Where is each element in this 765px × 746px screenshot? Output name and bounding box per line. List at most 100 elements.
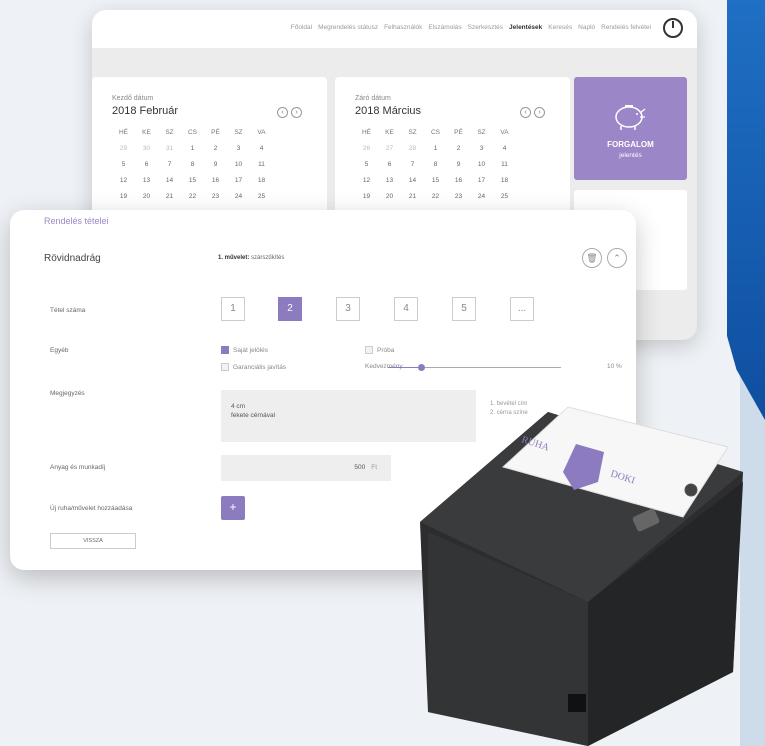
nav-item-users[interactable]: Felhasználók: [384, 24, 422, 31]
nav-item-search[interactable]: Keresés: [548, 24, 572, 31]
calendar-day[interactable]: 30: [135, 145, 158, 155]
chevron-up-icon[interactable]: ⌃: [607, 248, 627, 268]
discount-slider[interactable]: [388, 364, 561, 371]
calendar-day[interactable]: 15: [424, 177, 447, 187]
report-card-subtitle: jelentés: [619, 152, 642, 159]
calendar-day[interactable]: 19: [355, 193, 378, 203]
calendar-day[interactable]: 2: [204, 145, 227, 155]
item-number-5[interactable]: 5: [452, 297, 476, 321]
discount-slider-handle[interactable]: [418, 364, 425, 371]
calendar-day[interactable]: 28: [401, 145, 424, 155]
power-icon[interactable]: [663, 18, 683, 38]
item-number-2[interactable]: 2: [278, 297, 302, 321]
calendar-day[interactable]: 14: [158, 177, 181, 187]
calendar-day[interactable]: 10: [227, 161, 250, 171]
chevron-left-icon[interactable]: ‹: [277, 107, 288, 118]
nav-item-new-order[interactable]: Rendelés felvétel: [601, 24, 651, 31]
calendar-day[interactable]: 13: [378, 177, 401, 187]
chevron-right-icon[interactable]: ›: [534, 107, 545, 118]
calendar-day[interactable]: 19: [112, 193, 135, 203]
calendar-day[interactable]: 20: [135, 193, 158, 203]
trash-icon[interactable]: 🗑: [582, 248, 602, 268]
calendar-day[interactable]: 3: [470, 145, 493, 155]
chevron-right-icon[interactable]: ›: [291, 107, 302, 118]
calendar-day[interactable]: 4: [250, 145, 273, 155]
calendar-day[interactable]: 3: [227, 145, 250, 155]
calendar-day[interactable]: 7: [401, 161, 424, 171]
calendar-day[interactable]: 1: [181, 145, 204, 155]
calendar-day[interactable]: 22: [424, 193, 447, 203]
calendar-day[interactable]: 21: [158, 193, 181, 203]
nav-item-order-status[interactable]: Megrendelés státusz: [318, 24, 378, 31]
item-number-1[interactable]: 1: [221, 297, 245, 321]
calendar-day[interactable]: 27: [378, 145, 401, 155]
calendar-day[interactable]: 11: [250, 161, 273, 171]
calendar-day[interactable]: 16: [204, 177, 227, 187]
calendar-day[interactable]: 13: [135, 177, 158, 187]
trial-checkbox[interactable]: Próba: [365, 346, 394, 354]
nav-item-accounting[interactable]: Elszámolás: [428, 24, 461, 31]
calendar-day[interactable]: 1: [424, 145, 447, 155]
warranty-label: Garanciális javítás: [233, 363, 287, 371]
calendar-day[interactable]: 26: [355, 145, 378, 155]
calendar-day[interactable]: 25: [493, 193, 516, 203]
item-number-4[interactable]: 4: [394, 297, 418, 321]
nav-item-reports[interactable]: Jelentések: [509, 24, 542, 31]
item-number-more[interactable]: ...: [510, 297, 534, 321]
calendar-day[interactable]: 24: [470, 193, 493, 203]
report-card-title: FORGALOM: [607, 140, 654, 149]
warranty-checkbox[interactable]: Garanciális javítás: [221, 363, 286, 371]
chevron-left-icon[interactable]: ‹: [520, 107, 531, 118]
own-mark-checkbox[interactable]: Saját jelölés: [221, 346, 268, 354]
nav-item-home[interactable]: Főoldal: [291, 24, 312, 31]
turnover-report-card[interactable]: FORGALOM jelentés: [574, 77, 687, 180]
calendar-day[interactable]: 23: [204, 193, 227, 203]
calendar-day[interactable]: 23: [447, 193, 470, 203]
add-item-button[interactable]: +: [221, 496, 245, 520]
calendar-day[interactable]: 31: [158, 145, 181, 155]
calendar-day[interactable]: 9: [447, 161, 470, 171]
calendar-day[interactable]: 20: [378, 193, 401, 203]
end-calendar-grid: HÉ KE SZ CS PÉ SZ VA 26 27 28 1 2 3 4 5 6 7 8 9 10 11 12 13 14 1…: [355, 129, 516, 203]
section-title: Rendelés tételei: [44, 216, 109, 226]
calendar-day[interactable]: 29: [112, 145, 135, 155]
weekday-header: HÉ: [118, 129, 129, 136]
calendar-day[interactable]: 10: [470, 161, 493, 171]
calendar-day[interactable]: 5: [112, 161, 135, 171]
calendar-day[interactable]: 17: [227, 177, 250, 187]
calendar-day[interactable]: 22: [181, 193, 204, 203]
start-date-label: Kezdő dátum: [112, 95, 154, 102]
item-number-3[interactable]: 3: [336, 297, 360, 321]
start-month-nav: ‹ ›: [277, 107, 302, 118]
calendar-day[interactable]: 15: [181, 177, 204, 187]
calendar-day[interactable]: 8: [181, 161, 204, 171]
calendar-day[interactable]: 6: [135, 161, 158, 171]
calendar-day[interactable]: 12: [112, 177, 135, 187]
calendar-day[interactable]: 17: [470, 177, 493, 187]
end-month-title: 2018 Március: [355, 105, 422, 117]
nav-item-log[interactable]: Napló: [578, 24, 595, 31]
calendar-day[interactable]: 8: [424, 161, 447, 171]
calendar-day[interactable]: 2: [447, 145, 470, 155]
calendar-day[interactable]: 14: [401, 177, 424, 187]
calendar-day[interactable]: 18: [493, 177, 516, 187]
operation-name: szárszűkítés: [251, 255, 285, 261]
material-price-input[interactable]: 500 Ft: [221, 455, 391, 481]
calendar-day[interactable]: 12: [355, 177, 378, 187]
calendar-day[interactable]: 5: [355, 161, 378, 171]
calendar-day[interactable]: 18: [250, 177, 273, 187]
calendar-day[interactable]: 25: [250, 193, 273, 203]
calendar-day[interactable]: 21: [401, 193, 424, 203]
end-month-nav: ‹ ›: [520, 107, 545, 118]
nav-item-edit[interactable]: Szerkesztés: [468, 24, 503, 31]
calendar-day[interactable]: 24: [227, 193, 250, 203]
weekday-header: PÉ: [211, 129, 220, 136]
calendar-day[interactable]: 6: [378, 161, 401, 171]
calendar-day[interactable]: 4: [493, 145, 516, 155]
calendar-day[interactable]: 11: [493, 161, 516, 171]
calendar-day[interactable]: 16: [447, 177, 470, 187]
weekday-header: PÉ: [454, 129, 463, 136]
calendar-day[interactable]: 7: [158, 161, 181, 171]
calendar-day[interactable]: 9: [204, 161, 227, 171]
back-button[interactable]: VISSZA: [50, 533, 136, 549]
